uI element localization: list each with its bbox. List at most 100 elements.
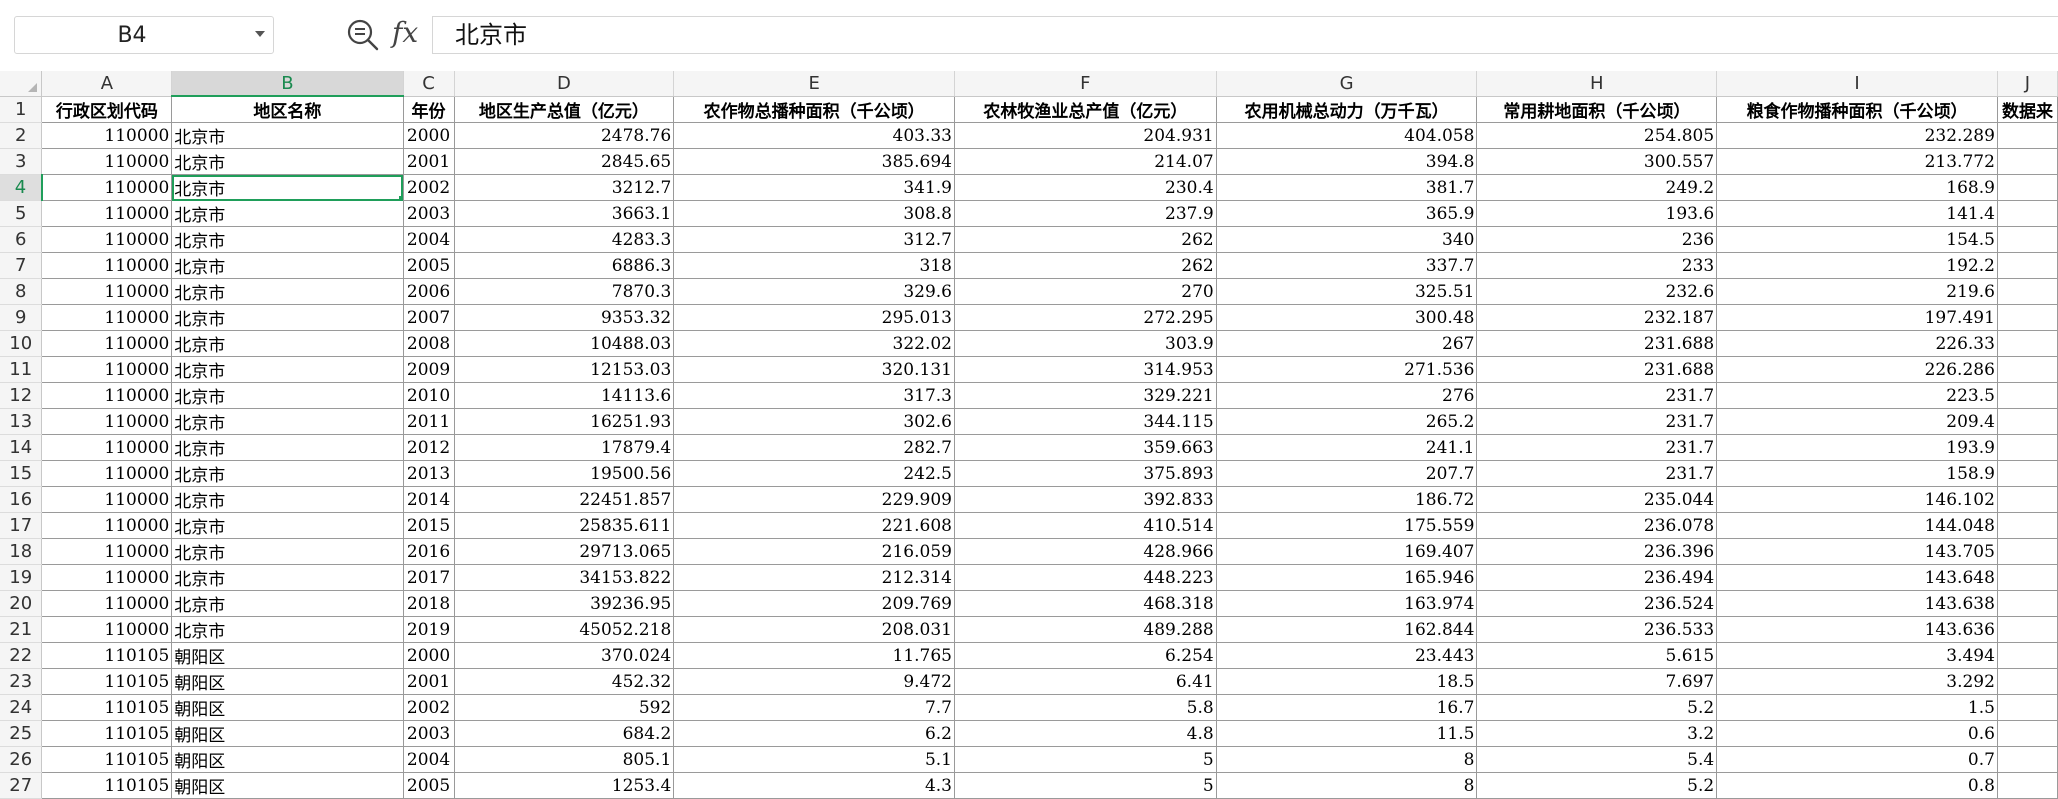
row-header[interactable]: 21 — [0, 616, 43, 643]
cell-h4[interactable]: 249.2 — [1476, 174, 1718, 201]
cell-h24[interactable]: 5.2 — [1476, 694, 1718, 721]
row-header[interactable]: 9 — [0, 304, 43, 331]
row-header[interactable]: 3 — [0, 148, 43, 175]
cell-g11[interactable]: 271.536 — [1216, 356, 1478, 383]
cell-c27[interactable]: 2005 — [403, 772, 455, 799]
cell-j10[interactable] — [1997, 330, 2058, 357]
cell-b10[interactable]: 北京市 — [171, 330, 404, 357]
cell-j1[interactable]: 数据来 — [1997, 96, 2058, 123]
cell-a3[interactable]: 110000 — [41, 148, 173, 175]
row-header[interactable]: 19 — [0, 564, 43, 591]
cell-e4[interactable]: 341.9 — [673, 174, 955, 201]
cell-j9[interactable] — [1997, 304, 2058, 331]
cell-g18[interactable]: 169.407 — [1216, 538, 1478, 565]
cell-i24[interactable]: 1.5 — [1716, 694, 1998, 721]
cell-f21[interactable]: 489.288 — [954, 616, 1217, 643]
cell-b23[interactable]: 朝阳区 — [171, 668, 404, 695]
cell-g17[interactable]: 175.559 — [1216, 512, 1478, 539]
cell-g13[interactable]: 265.2 — [1216, 408, 1478, 435]
cell-i5[interactable]: 141.4 — [1716, 200, 1998, 227]
cell-e16[interactable]: 229.909 — [673, 486, 955, 513]
cell-c23[interactable]: 2001 — [403, 668, 455, 695]
cell-b4[interactable]: 北京市 — [171, 174, 404, 201]
cell-d20[interactable]: 39236.95 — [454, 590, 675, 617]
cell-d16[interactable]: 22451.857 — [454, 486, 675, 513]
cell-a4[interactable]: 110000 — [41, 174, 173, 201]
cell-d12[interactable]: 14113.6 — [454, 382, 675, 409]
column-header-c[interactable]: C — [403, 71, 455, 97]
cell-h26[interactable]: 5.4 — [1476, 746, 1718, 773]
cell-f3[interactable]: 214.07 — [954, 148, 1217, 175]
row-header[interactable]: 6 — [0, 226, 43, 253]
row-header[interactable]: 2 — [0, 122, 43, 149]
cell-i1[interactable]: 粮食作物播种面积（千公顷） — [1716, 96, 1998, 123]
cell-j26[interactable] — [1997, 746, 2058, 773]
cell-h5[interactable]: 193.6 — [1476, 200, 1718, 227]
cell-e5[interactable]: 308.8 — [673, 200, 955, 227]
cell-h13[interactable]: 231.7 — [1476, 408, 1718, 435]
cell-c20[interactable]: 2018 — [403, 590, 455, 617]
cell-e12[interactable]: 317.3 — [673, 382, 955, 409]
cell-d21[interactable]: 45052.218 — [454, 616, 675, 643]
cell-i25[interactable]: 0.6 — [1716, 720, 1998, 747]
cell-j16[interactable] — [1997, 486, 2058, 513]
cell-f23[interactable]: 6.41 — [954, 668, 1217, 695]
cell-j6[interactable] — [1997, 226, 2058, 253]
cell-h14[interactable]: 231.7 — [1476, 434, 1718, 461]
cell-e11[interactable]: 320.131 — [673, 356, 955, 383]
cell-c10[interactable]: 2008 — [403, 330, 455, 357]
column-header-i[interactable]: I — [1716, 71, 1998, 97]
cell-h1[interactable]: 常用耕地面积（千公顷） — [1476, 96, 1718, 123]
row-header[interactable]: 11 — [0, 356, 43, 383]
zoom-icon[interactable] — [346, 18, 380, 52]
cell-d26[interactable]: 805.1 — [454, 746, 675, 773]
cell-b18[interactable]: 北京市 — [171, 538, 404, 565]
cell-d27[interactable]: 1253.4 — [454, 772, 675, 799]
cell-i6[interactable]: 154.5 — [1716, 226, 1998, 253]
row-header[interactable]: 12 — [0, 382, 43, 409]
cell-a22[interactable]: 110105 — [41, 642, 173, 669]
cell-c5[interactable]: 2003 — [403, 200, 455, 227]
row-header[interactable]: 15 — [0, 460, 43, 487]
cell-j23[interactable] — [1997, 668, 2058, 695]
cell-j11[interactable] — [1997, 356, 2058, 383]
cell-b1[interactable]: 地区名称 — [171, 96, 404, 123]
cell-e7[interactable]: 318 — [673, 252, 955, 279]
cell-b15[interactable]: 北京市 — [171, 460, 404, 487]
cell-j8[interactable] — [1997, 278, 2058, 305]
row-header[interactable]: 8 — [0, 278, 43, 305]
cell-j2[interactable] — [1997, 122, 2058, 149]
cell-a10[interactable]: 110000 — [41, 330, 173, 357]
cell-d13[interactable]: 16251.93 — [454, 408, 675, 435]
cell-e15[interactable]: 242.5 — [673, 460, 955, 487]
cell-d1[interactable]: 地区生产总值（亿元） — [454, 96, 675, 123]
cell-d11[interactable]: 12153.03 — [454, 356, 675, 383]
cell-d3[interactable]: 2845.65 — [454, 148, 675, 175]
cell-e13[interactable]: 302.6 — [673, 408, 955, 435]
cell-b6[interactable]: 北京市 — [171, 226, 404, 253]
cell-j3[interactable] — [1997, 148, 2058, 175]
cell-j7[interactable] — [1997, 252, 2058, 279]
column-header-g[interactable]: G — [1216, 71, 1478, 97]
cell-d23[interactable]: 452.32 — [454, 668, 675, 695]
cell-f24[interactable]: 5.8 — [954, 694, 1217, 721]
cell-i26[interactable]: 0.7 — [1716, 746, 1998, 773]
cell-b12[interactable]: 北京市 — [171, 382, 404, 409]
cell-c17[interactable]: 2015 — [403, 512, 455, 539]
cell-h12[interactable]: 231.7 — [1476, 382, 1718, 409]
cell-h9[interactable]: 232.187 — [1476, 304, 1718, 331]
cell-g4[interactable]: 381.7 — [1216, 174, 1478, 201]
cell-a21[interactable]: 110000 — [41, 616, 173, 643]
cell-i8[interactable]: 219.6 — [1716, 278, 1998, 305]
cell-e8[interactable]: 329.6 — [673, 278, 955, 305]
cell-d22[interactable]: 370.024 — [454, 642, 675, 669]
cell-e17[interactable]: 221.608 — [673, 512, 955, 539]
cell-j24[interactable] — [1997, 694, 2058, 721]
cell-a5[interactable]: 110000 — [41, 200, 173, 227]
cell-e9[interactable]: 295.013 — [673, 304, 955, 331]
cell-f25[interactable]: 4.8 — [954, 720, 1217, 747]
cell-a2[interactable]: 110000 — [41, 122, 173, 149]
cell-h6[interactable]: 236 — [1476, 226, 1718, 253]
cell-h20[interactable]: 236.524 — [1476, 590, 1718, 617]
row-header[interactable]: 1 — [0, 96, 43, 123]
